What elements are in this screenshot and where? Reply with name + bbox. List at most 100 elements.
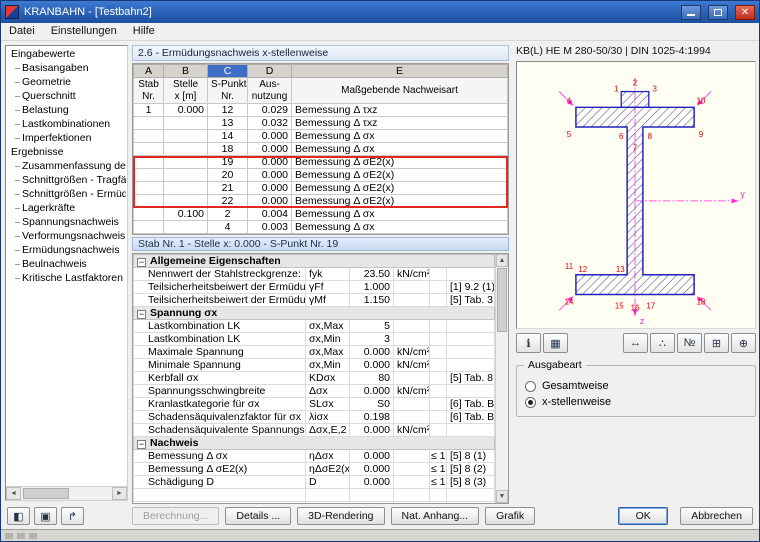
tree-item[interactable]: Belastung xyxy=(7,103,126,117)
detail-row: Maximale Spannungσx,Max0.000kN/cm² xyxy=(134,346,495,359)
tree-item[interactable]: Geometrie xyxy=(7,75,126,89)
window-tiles-button[interactable]: ▣ xyxy=(34,507,57,525)
stress-points-button[interactable]: ∴ xyxy=(650,333,675,353)
menu-item-0[interactable]: Datei xyxy=(1,23,43,40)
tree-item[interactable]: Zusammenfassung der Nachwe xyxy=(7,159,126,173)
cancel-button[interactable]: Abbrechen xyxy=(680,507,753,525)
column-letter-B[interactable]: B xyxy=(164,65,208,78)
footer-button-4[interactable]: Grafik xyxy=(485,507,535,525)
footer-button-1[interactable]: Details ... xyxy=(225,507,291,525)
table-row[interactable]: 140.000Bemessung Δ σx xyxy=(134,130,508,143)
table-row[interactable]: 210.000Bemessung Δ σE2(x) xyxy=(134,182,508,195)
minimize-button[interactable] xyxy=(681,5,701,20)
tree-group-1[interactable]: Ergebnisse xyxy=(7,145,126,159)
detail-row: Schädigung DD0.000≤ 1[5] 8 (3) xyxy=(134,476,495,489)
color-scale-button[interactable]: ▦ xyxy=(543,333,568,353)
collapse-icon[interactable]: − xyxy=(137,258,146,267)
detail-section-header[interactable]: −Nachweis xyxy=(134,437,495,450)
cross-section-view[interactable]: y z 123456789101112131415161718 xyxy=(516,61,756,329)
scroll-up-icon[interactable]: ▲ xyxy=(496,254,508,267)
detail-vertical-scrollbar[interactable]: ▲ ▼ xyxy=(495,254,508,503)
tree-item[interactable]: Verformungsnachweis xyxy=(7,229,126,243)
radio-icon[interactable] xyxy=(525,381,536,392)
stress-point-number: 5 xyxy=(567,130,572,139)
scroll-down-icon[interactable]: ▼ xyxy=(496,490,508,503)
scroll-thumb[interactable] xyxy=(497,268,507,332)
stress-point-number: 9 xyxy=(699,130,703,139)
table-row[interactable]: 10.000120.029Bemessung Δ τxz xyxy=(134,104,508,117)
detail-row: Kranlastkategorie für σxSLσxS0[6] Tab. B… xyxy=(134,398,495,411)
tree-item[interactable]: Schnittgrößen - Ermüdung xyxy=(7,187,126,201)
section-caption: KB(L) HE M 280-50/30 | DIN 1025-4:1994 xyxy=(516,45,756,59)
title-bar[interactable]: KRANBAHN - [Testbahn2] ✕ xyxy=(1,1,759,23)
page-title: 2.6 - Ermüdungsnachweis x-stellenweise xyxy=(132,45,509,61)
tree-item[interactable]: Imperfektionen xyxy=(7,131,126,145)
table-row[interactable]: 40.003Bemessung Δ σx xyxy=(134,221,508,234)
collapse-icon[interactable]: − xyxy=(137,440,146,449)
export-window-button[interactable]: ↱ xyxy=(61,507,84,525)
radio-option-1[interactable]: x-stellenweise xyxy=(525,394,747,410)
footer-button-0[interactable]: Berechnung... xyxy=(132,507,219,525)
radio-label: x-stellenweise xyxy=(542,396,611,408)
scroll-right-icon[interactable]: ► xyxy=(112,487,127,500)
tree-item[interactable]: Spannungsnachweis xyxy=(7,215,126,229)
column-letter-D[interactable]: D xyxy=(248,65,292,78)
tree-item[interactable]: Schnittgrößen - Tragfähigkeit xyxy=(7,173,126,187)
fit-view-button[interactable]: ⊞ xyxy=(704,333,729,353)
footer-button-2[interactable]: 3D-Rendering xyxy=(297,507,384,525)
column-letter-A[interactable]: A xyxy=(134,65,164,78)
tree-item[interactable]: Querschnitt xyxy=(7,89,126,103)
zoom-button[interactable]: ⊕ xyxy=(731,333,756,353)
detail-section-header[interactable]: −Allgemeine Eigenschaften xyxy=(134,255,495,268)
maximize-button[interactable] xyxy=(708,5,728,20)
table-row[interactable]: 180.000Bemessung Δ σx xyxy=(134,143,508,156)
detail-row: Schadensäquivalente Spannungsschwingbrei… xyxy=(134,424,495,437)
table-row[interactable]: 130.032Bemessung Δ τxz xyxy=(134,117,508,130)
stress-point-number: 14 xyxy=(565,297,574,306)
info-button[interactable]: ℹ xyxy=(516,333,541,353)
tree-horizontal-scrollbar[interactable]: ◄ ► xyxy=(6,486,127,500)
dimensions-icon: ↔ xyxy=(630,337,641,349)
ok-button[interactable]: OK xyxy=(618,507,668,525)
close-button[interactable]: ✕ xyxy=(735,5,755,20)
tree-item[interactable]: Lagerkräfte xyxy=(7,201,126,215)
detail-row: Minimale Spannungσx,Min0.000kN/cm² xyxy=(134,359,495,372)
table-row[interactable]: 200.000Bemessung Δ σE2(x) xyxy=(134,169,508,182)
app-icon xyxy=(5,5,19,19)
panel-layout-button[interactable]: ◧ xyxy=(7,507,30,525)
table-row[interactable]: 190.000Bemessung Δ σE2(x) xyxy=(134,156,508,169)
tree-item[interactable]: Beulnachweis xyxy=(7,257,126,271)
menu-item-1[interactable]: Einstellungen xyxy=(43,23,125,40)
column-letter-C[interactable]: C xyxy=(208,65,248,78)
radio-icon[interactable] xyxy=(525,397,536,408)
radio-option-0[interactable]: Gesamtweise xyxy=(525,378,747,394)
column-header-1: Stellex [m] xyxy=(164,78,208,104)
scroll-left-icon[interactable]: ◄ xyxy=(6,487,21,500)
tree-item[interactable]: Lastkombinationen xyxy=(7,117,126,131)
scroll-track[interactable] xyxy=(21,487,112,500)
navigation-panel: EingabewerteBasisangabenGeometrieQuersch… xyxy=(5,45,128,501)
menu-item-2[interactable]: Hilfe xyxy=(125,23,163,40)
footer-button-3[interactable]: Nat. Anhang... xyxy=(391,507,480,525)
table-row[interactable]: 0.10020.004Bemessung Δ σx xyxy=(134,208,508,221)
stress-point-number: 16 xyxy=(631,303,640,312)
column-letter-E[interactable]: E xyxy=(292,65,508,78)
numbering-button[interactable]: № xyxy=(677,333,702,353)
tree-item[interactable]: Basisangaben xyxy=(7,61,126,75)
dimensions-button[interactable]: ↔ xyxy=(623,333,648,353)
scroll-thumb[interactable] xyxy=(23,488,69,499)
stress-point-number: 18 xyxy=(697,297,706,306)
detail-section-header[interactable]: −Spannung σx xyxy=(134,307,495,320)
collapse-icon[interactable]: − xyxy=(137,310,146,319)
column-header-4: Maßgebende Nachweisart xyxy=(292,78,508,104)
detail-section-title: Allgemeine Eigenschaften xyxy=(150,255,281,267)
detail-row-empty xyxy=(134,489,495,502)
stress-point-number: 8 xyxy=(648,132,653,141)
tree-item[interactable]: Kritische Lastfaktoren xyxy=(7,271,126,285)
tree-group-0[interactable]: Eingabewerte xyxy=(7,47,126,61)
nav-tree: EingabewerteBasisangabenGeometrieQuersch… xyxy=(7,47,126,486)
table-row[interactable]: 220.000Bemessung Δ σE2(x) xyxy=(134,195,508,208)
corner-buttons: ◧▣↱ xyxy=(7,507,84,525)
tree-item[interactable]: Ermüdungsnachweis xyxy=(7,243,126,257)
results-table[interactable]: ABCDEStabNr.Stellex [m]S-PunktNr.Aus-nut… xyxy=(133,64,508,234)
